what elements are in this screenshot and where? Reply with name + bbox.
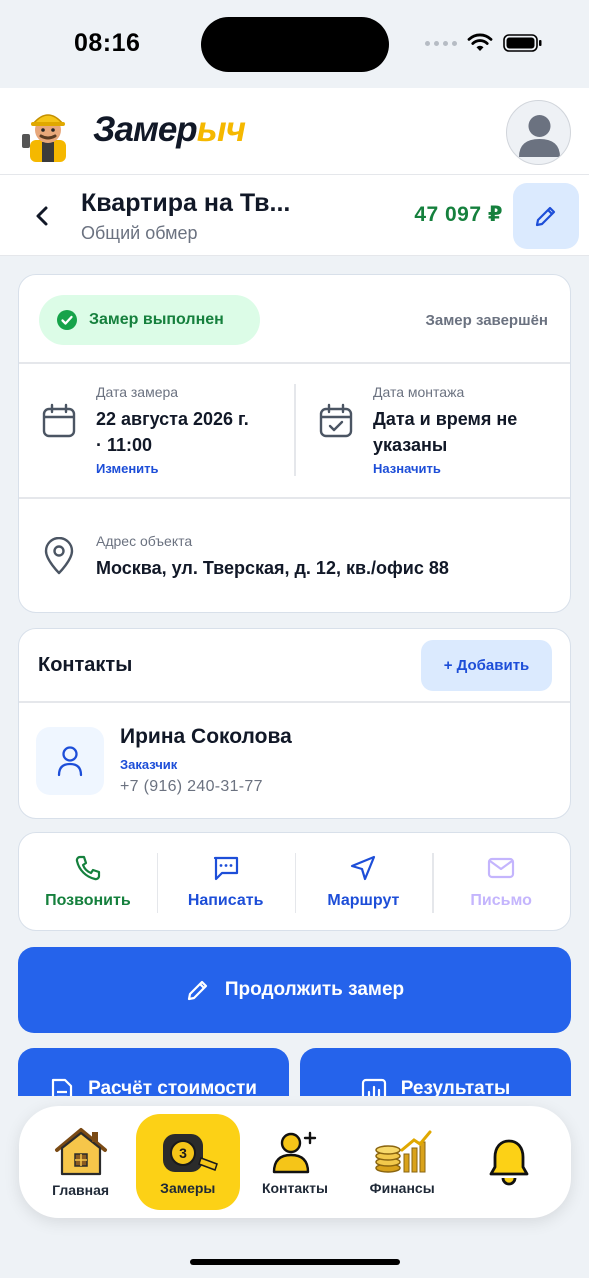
- svg-text:3: 3: [179, 1145, 187, 1161]
- bottom-nav: Главная 3 Замеры Контакты Финансы: [19, 1106, 571, 1218]
- back-button[interactable]: [28, 201, 56, 231]
- pencil-icon: [535, 206, 556, 227]
- coins-icon: [375, 1130, 432, 1173]
- price-total: 47 097 ₽: [414, 203, 503, 226]
- wifi-icon: [467, 33, 493, 51]
- continue-measure-button[interactable]: Продолжить замер: [18, 947, 571, 1033]
- page-title: Квартира на Тв...: [81, 189, 291, 217]
- address-value: Москва, ул. Тверская, д. 12, кв./офис 88: [96, 558, 449, 578]
- nav-item-home[interactable]: Главная: [29, 1114, 133, 1210]
- status-time: 08:16: [74, 29, 141, 57]
- call-button[interactable]: Позвонить: [19, 833, 157, 930]
- add-person-icon: [272, 1131, 317, 1174]
- install-date-section: Дата монтажа Дата и время не указаны Наз…: [296, 363, 572, 497]
- change-date-link[interactable]: Изменить: [96, 461, 159, 476]
- assign-date-link[interactable]: Назначить: [373, 461, 441, 476]
- home-indicator: [190, 1259, 400, 1265]
- status-badge-label: Замер выполнен: [89, 311, 224, 328]
- house-icon: [54, 1128, 107, 1176]
- message-icon: [213, 856, 238, 880]
- contact-avatar: [36, 727, 104, 795]
- measure-date-value: 22 августа 2026 г. · 11:00: [96, 406, 249, 458]
- measure-date-label: Дата замера: [96, 384, 179, 400]
- title-bar: Квартира на Тв... Общий обмер 47 097 ₽: [0, 175, 589, 256]
- page-subtitle: Общий обмер: [81, 223, 198, 243]
- route-label: Маршрут: [327, 891, 400, 909]
- status-note: Замер завершён: [425, 312, 548, 329]
- location-pin-icon: [44, 537, 74, 575]
- brand-part1: Замер: [93, 110, 198, 149]
- continue-measure-label: Продолжить замер: [224, 979, 405, 1000]
- measure-date-section: Дата замера 22 августа 2026 г. · 11:00 И…: [19, 363, 294, 497]
- address-label: Адрес объекта: [96, 533, 193, 549]
- install-date-value: Дата и время не указаны: [373, 406, 517, 458]
- contact-name: Ирина Соколова: [120, 725, 292, 748]
- nav-item-finance[interactable]: Финансы: [350, 1114, 454, 1210]
- dynamic-island: [201, 17, 389, 72]
- mail-icon: [488, 857, 515, 878]
- profile-avatar[interactable]: [506, 100, 571, 165]
- email-label: Письмо: [470, 891, 532, 909]
- contact-role: Заказчик: [120, 757, 178, 772]
- app-header: Замерыч: [0, 88, 589, 175]
- edit-button[interactable]: [513, 183, 579, 249]
- message-button[interactable]: Написать: [156, 833, 295, 930]
- divider: [19, 701, 570, 703]
- brand-logo: Замерыч: [93, 110, 246, 150]
- status-bar: 08:16: [0, 0, 589, 88]
- measure-date-line2: · 11:00: [96, 435, 153, 455]
- call-label: Позвонить: [45, 891, 131, 909]
- status-icons: [425, 33, 543, 53]
- user-icon: [519, 115, 560, 157]
- tape-measure-icon: 3: [162, 1134, 218, 1172]
- route-button[interactable]: Маршрут: [294, 833, 433, 930]
- nav-label-contacts: Контакты: [261, 1180, 328, 1196]
- nav-item-notifications[interactable]: [457, 1114, 561, 1210]
- status-badge: Замер выполнен: [39, 295, 260, 345]
- install-date-line1: Дата и время не: [373, 409, 518, 429]
- nav-label-finance: Финансы: [369, 1180, 435, 1196]
- phone-icon: [75, 855, 100, 880]
- nav-label-measures: Замеры: [160, 1180, 216, 1196]
- measurement-info-card: Замер выполнен Замер завершён Дата замер…: [18, 274, 571, 613]
- add-contact-button[interactable]: + Добавить: [421, 640, 552, 691]
- calendar-check-icon: [319, 403, 353, 438]
- mascot-logo-icon[interactable]: [20, 104, 76, 162]
- calendar-icon: [42, 403, 76, 438]
- chevron-left-icon: [36, 206, 48, 226]
- divider: [19, 497, 570, 499]
- nav-item-measures[interactable]: 3 Замеры: [135, 1114, 240, 1210]
- email-button[interactable]: Письмо: [432, 833, 570, 930]
- install-date-line2: указаны: [373, 435, 448, 455]
- battery-icon: [503, 34, 542, 52]
- nav-item-contacts[interactable]: Контакты: [243, 1114, 347, 1210]
- pencil-icon: [187, 980, 207, 1001]
- brand-part2: ыч: [196, 110, 246, 149]
- contact-phone: +7 (916) 240-31-77: [120, 778, 263, 795]
- signal-icon: [425, 40, 457, 46]
- check-circle-icon: [57, 310, 77, 330]
- install-date-label: Дата монтажа: [373, 384, 465, 400]
- contacts-card: Контакты + Добавить Ирина Соколова Заказ…: [18, 628, 571, 819]
- message-label: Написать: [187, 891, 264, 909]
- navigation-icon: [351, 855, 376, 880]
- contacts-title: Контакты: [38, 654, 133, 676]
- bell-icon: [489, 1139, 529, 1186]
- measure-date-line1: 22 августа 2026 г.: [96, 409, 249, 429]
- nav-label-home: Главная: [52, 1182, 110, 1198]
- user-icon: [57, 746, 83, 777]
- quick-actions-card: Позвонить Написать Маршрут Письмо: [18, 832, 571, 931]
